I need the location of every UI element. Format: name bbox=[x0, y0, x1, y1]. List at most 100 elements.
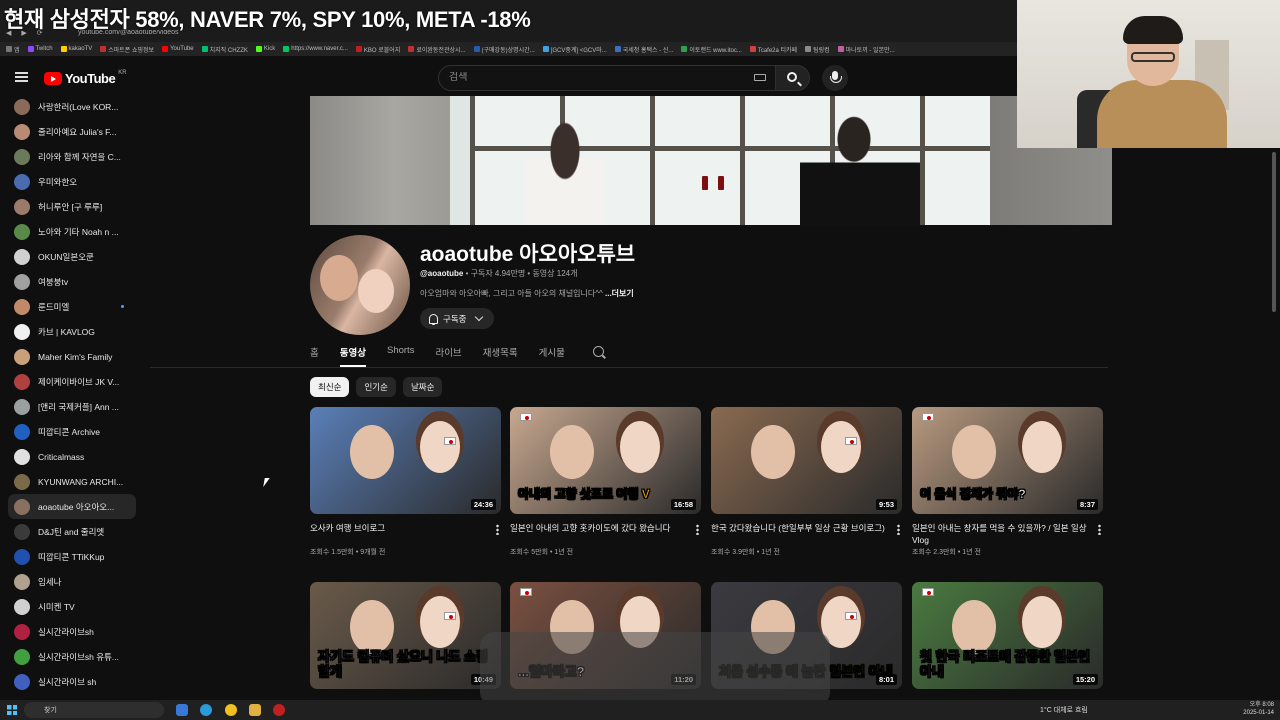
video-card[interactable]: 이 음식 정체가 뭐야? 8:37 일본인 아내는 창자를 먹을 수 있을까? / … bbox=[912, 407, 1103, 557]
bookmark-item[interactable]: KBO 로블어지 bbox=[355, 45, 400, 54]
bookmark-item[interactable]: 마나토끼 - 일본만... bbox=[837, 45, 895, 54]
search-button[interactable] bbox=[776, 65, 810, 91]
video-thumbnail[interactable]: 자기도 컴퓨터 샀으니 나도 쇼핑할게10:49 bbox=[310, 582, 501, 689]
sidebar-subscription-item[interactable]: 우미와한오 bbox=[8, 169, 136, 194]
new-content-dot bbox=[121, 305, 124, 308]
video-title[interactable]: 일본인 아내의 고향 홋카이도에 갔다 왔습니다 bbox=[510, 522, 701, 546]
sidebar-subscription-item[interactable]: 띠깝티콘 Archive bbox=[8, 419, 136, 444]
bookmark-item[interactable]: 스마트폰 쇼핑정보 bbox=[100, 45, 154, 54]
video-thumbnail[interactable]: 24:36 bbox=[310, 407, 501, 514]
more-options-icon[interactable] bbox=[496, 524, 499, 535]
youtube-logo[interactable]: YouTube KR bbox=[44, 70, 127, 86]
bookmark-favicon-icon bbox=[162, 46, 169, 52]
sidebar-subscription-item[interactable]: D&J틴 and 줄리엣 bbox=[8, 519, 136, 544]
sidebar-subscription-item[interactable]: 노아와 기타 Noah n ... bbox=[8, 219, 136, 244]
sidebar-subscription-item[interactable]: 실시간라이브sh 유튜... bbox=[8, 644, 136, 669]
bookmark-item[interactable]: 팀링컴 bbox=[805, 45, 830, 54]
subscription-label: 시미켄 TV bbox=[38, 601, 75, 612]
video-card[interactable]: 24:36 오사카 여행 브이로그 조회수 1.5만회 • 9개월 전 bbox=[310, 407, 501, 557]
keyboard-icon[interactable] bbox=[754, 74, 766, 81]
bookmark-item[interactable]: Kick bbox=[255, 46, 275, 52]
video-duration: 24:36 bbox=[470, 499, 496, 510]
bookmark-item[interactable]: 앱 bbox=[6, 45, 20, 54]
sidebar-subscription-item[interactable]: 실시간라이브 sh bbox=[8, 669, 136, 694]
app-icon[interactable] bbox=[176, 704, 188, 716]
sidebar-subscription-item[interactable]: 시미켄 TV bbox=[8, 594, 136, 619]
sidebar-subscription-item[interactable]: Criticalmass bbox=[8, 444, 136, 469]
tab-playlists[interactable]: 재생목록 bbox=[483, 340, 518, 368]
tab-videos[interactable]: 동영상 bbox=[339, 340, 367, 368]
bell-icon bbox=[429, 313, 438, 325]
bookmark-item[interactable]: 료이완동전관상시... bbox=[408, 45, 466, 54]
tab-live[interactable]: 라이브 bbox=[435, 340, 461, 368]
video-thumbnail[interactable]: 아내의 고향 삿포로 여행 V 16:58 bbox=[510, 407, 701, 514]
video-title[interactable]: 한국 갔다왔습니다 (한일부부 일상 근황 브이로그) bbox=[711, 522, 902, 546]
sidebar-subscription-item[interactable]: OKUN일본오쿤 bbox=[8, 244, 136, 269]
chip-latest[interactable]: 최신순 bbox=[310, 377, 350, 397]
sidebar-subscription-item[interactable]: 룬드미엘 bbox=[8, 294, 136, 319]
sidebar-subscription-item[interactable]: 띠깝티콘 TTiKKup bbox=[8, 544, 136, 569]
bookmark-item[interactable]: Twitch bbox=[27, 46, 53, 52]
windows-start-icon[interactable] bbox=[7, 705, 17, 715]
sidebar-subscription-item[interactable]: 카브 | KAVLOG bbox=[8, 319, 136, 344]
video-thumbnail[interactable]: 9:53 bbox=[711, 407, 902, 514]
video-thumbnail[interactable]: 이 음식 정체가 뭐야? 8:37 bbox=[912, 407, 1103, 514]
video-card[interactable]: 첫 한국 리조트에 감동한 일본인 아내 15:20 bbox=[912, 582, 1103, 689]
channel-banner bbox=[310, 96, 1112, 225]
bookmark-item[interactable]: kakaoTV bbox=[60, 46, 92, 52]
video-card[interactable]: 자기도 컴퓨터 샀으니 나도 쇼핑할게10:49 bbox=[310, 582, 501, 689]
file-explorer-icon[interactable] bbox=[249, 704, 261, 716]
bookmark-item[interactable]: https://www.naver.c... bbox=[283, 46, 348, 52]
video-card[interactable]: 아내의 고향 삿포로 여행 V 16:58 일본인 아내의 고향 홋카이도에 갔다 … bbox=[510, 407, 701, 557]
weather-widget[interactable]: 1°C 대체로 흐림 bbox=[1040, 705, 1088, 715]
bookmark-item[interactable]: 국세청 홈택스 - 신... bbox=[614, 45, 673, 54]
bookmark-item[interactable]: Tcafe2a 티카페 bbox=[749, 45, 797, 54]
page-scrollbar[interactable] bbox=[1272, 152, 1276, 312]
more-options-icon[interactable] bbox=[696, 524, 699, 535]
video-thumbnail[interactable]: 첫 한국 리조트에 감동한 일본인 아내 15:20 bbox=[912, 582, 1103, 689]
bookmark-item[interactable]: 이토랜드 www.itoc... bbox=[681, 45, 742, 54]
sidebar-subscription-item[interactable]: 여붕붕tv bbox=[8, 269, 136, 294]
more-options-icon[interactable] bbox=[1098, 524, 1101, 535]
more-options-icon[interactable] bbox=[897, 524, 900, 535]
sidebar-subscription-item[interactable]: 실시간라이브sh bbox=[8, 619, 136, 644]
tab-posts[interactable]: 게시물 bbox=[539, 340, 565, 368]
sidebar-subscription-item[interactable]: Maher Kim's Family bbox=[8, 344, 136, 369]
bookmark-favicon-icon bbox=[255, 46, 262, 52]
system-clock[interactable]: 오후 8:08 2025-01-14 bbox=[1243, 701, 1274, 717]
chrome-browser-icon[interactable] bbox=[225, 704, 237, 716]
menu-icon[interactable] bbox=[15, 72, 28, 82]
voice-search-mic-icon[interactable] bbox=[822, 65, 848, 91]
video-title[interactable]: 일본인 아내는 창자를 먹을 수 있을까? / 일본 일상 Vlog bbox=[912, 522, 1103, 546]
bookmark-item[interactable]: YouTube bbox=[162, 46, 194, 52]
sidebar-subscription-item[interactable]: 허니루안 [구 루루] bbox=[8, 194, 136, 219]
obs-icon[interactable] bbox=[273, 704, 285, 716]
tab-shorts[interactable]: Shorts bbox=[387, 340, 414, 368]
taskbar-search[interactable]: 찾기 bbox=[24, 702, 164, 718]
channel-description[interactable]: 아오엄마와 아오아빠, 그리고 아들 아오의 채널입니다^^ ...더보기 bbox=[420, 288, 634, 299]
sidebar-subscription-item[interactable]: aoaotube 아오아오... bbox=[8, 494, 136, 519]
sidebar-subscription-item[interactable]: 사랑한러(Love KOR... bbox=[8, 94, 136, 119]
bookmark-item[interactable]: (구매강동)상명시간... bbox=[473, 45, 535, 54]
sidebar-subscription-item[interactable]: 제이케이바이브 JK V... bbox=[8, 369, 136, 394]
video-meta: 조회수 3.9만회 • 1년 전 bbox=[711, 549, 780, 556]
chip-popular[interactable]: 인기순 bbox=[356, 377, 396, 397]
sidebar-subscription-item[interactable]: 리아와 함께 자연을 C... bbox=[8, 144, 136, 169]
sidebar-subscription-item[interactable]: [앤리 국제커플] Ann ... bbox=[8, 394, 136, 419]
video-title[interactable]: 오사카 여행 브이로그 bbox=[310, 522, 501, 546]
subscribed-button[interactable]: 구독중 bbox=[420, 308, 494, 329]
edge-browser-icon[interactable] bbox=[200, 704, 212, 716]
chip-oldest[interactable]: 날짜순 bbox=[402, 377, 443, 397]
bookmark-item[interactable]: 치지직 CHZZK bbox=[201, 45, 248, 54]
channel-avatar-icon bbox=[14, 548, 30, 565]
bookmark-item[interactable]: [GCV중계] <GCV마... bbox=[542, 45, 607, 54]
sidebar-subscription-item[interactable]: KYUNWANG ARCHI... bbox=[8, 469, 136, 494]
video-card[interactable]: 9:53 한국 갔다왔습니다 (한일부부 일상 근황 브이로그) 조회수 3.9만회… bbox=[711, 407, 902, 557]
description-more-link[interactable]: ...더보기 bbox=[605, 289, 634, 298]
channel-handle[interactable]: @aoaotube bbox=[420, 269, 463, 278]
sidebar-subscription-item[interactable]: 줄리아예요 Julia's F... bbox=[8, 119, 136, 144]
sidebar-subscription-item[interactable]: 임세나 bbox=[8, 569, 136, 594]
channel-search-icon[interactable] bbox=[593, 346, 604, 357]
search-input[interactable] bbox=[449, 72, 739, 83]
tab-home[interactable]: 홈 bbox=[310, 340, 319, 368]
